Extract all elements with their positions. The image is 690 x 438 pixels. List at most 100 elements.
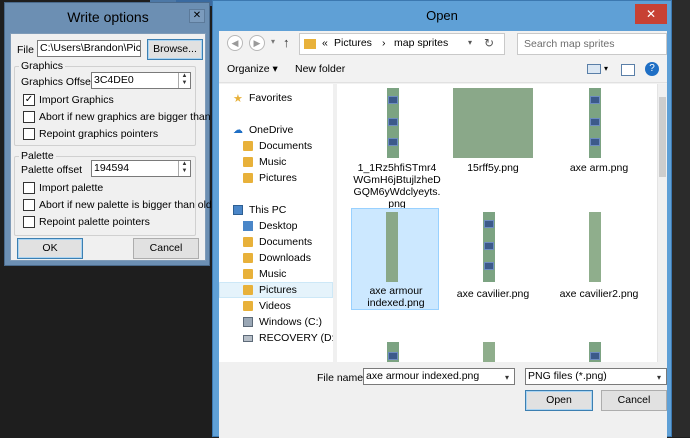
sprite-thumbnail — [589, 88, 601, 158]
dialog-title: Open — [426, 8, 458, 23]
repoint-graphics-checkbox[interactable] — [23, 128, 35, 140]
background-desktop — [672, 0, 690, 437]
sprite-thumbnail-partial[interactable] — [483, 342, 495, 362]
nav-documents[interactable]: Documents — [219, 234, 333, 250]
cancel-button[interactable]: Cancel — [133, 238, 199, 259]
desktop-icon — [243, 221, 253, 231]
folder-icon — [243, 141, 253, 151]
scrollbar-thumb[interactable] — [659, 97, 666, 177]
file-item[interactable]: 15rff5y.png — [449, 86, 537, 176]
nav-onedrive[interactable]: ☁ OneDrive — [219, 122, 333, 138]
refresh-icon[interactable]: ↻ — [484, 36, 494, 50]
sprite-icon — [388, 96, 398, 104]
breadcrumb-chevron: « — [322, 37, 328, 49]
search-input[interactable]: Search map sprites — [517, 33, 667, 55]
repoint-palette-checkbox[interactable] — [23, 216, 35, 228]
repoint-palette-label: Repoint palette pointers — [39, 216, 150, 228]
sprite-thumbnail-partial[interactable] — [387, 342, 399, 362]
abort-palette-label: Abort if new palette is bigger than old — [39, 199, 212, 211]
sprite-thumbnail — [387, 88, 399, 158]
abort-graphics-checkbox[interactable] — [23, 111, 35, 123]
sprite-thumbnail-partial[interactable] — [589, 342, 601, 362]
chevron-down-icon[interactable]: ▾ — [468, 38, 472, 47]
cancel-button[interactable]: Cancel — [601, 390, 667, 411]
open-button[interactable]: Open — [525, 390, 593, 411]
graphics-offset-input[interactable]: 3C4DE0 ▲ ▼ — [91, 72, 191, 89]
drive-icon — [243, 317, 253, 327]
file-label: File — [17, 44, 34, 56]
nav-label: OneDrive — [249, 124, 294, 136]
file-item[interactable]: axe arm.png — [555, 86, 643, 176]
new-folder-button[interactable]: New folder — [295, 63, 345, 75]
close-button[interactable]: ✕ — [635, 4, 667, 24]
folder-icon — [243, 173, 253, 183]
nav-drive-d[interactable]: RECOVERY (D:) — [219, 330, 333, 346]
browse-button[interactable]: Browse... — [147, 39, 203, 60]
sprite-icon — [388, 138, 398, 146]
back-arrow-icon[interactable]: ◀ — [227, 35, 243, 51]
file-item[interactable]: 1_1Rz5hfiSTmr4WGmH6jBtujlzheDGQM6yWdclye… — [353, 86, 441, 210]
file-name: axe armour indexed.png — [367, 285, 425, 309]
spinner-icon[interactable]: ▲ ▼ — [178, 161, 190, 176]
palette-offset-input[interactable]: 194594 ▲ ▼ — [91, 160, 191, 177]
close-button[interactable]: ✕ — [189, 9, 205, 23]
file-path-input[interactable]: C:\Users\Brandon\Picture — [37, 40, 141, 57]
import-graphics-checkbox[interactable]: ✓ — [23, 94, 35, 106]
dialog-body: ◀ ▶ ▾ ↑ « Pictures › map sprites ▾ ↻ Sea… — [219, 31, 667, 438]
sprite-icon — [484, 220, 494, 228]
nav-pictures[interactable]: Pictures — [219, 282, 333, 298]
filename-value: axe armour indexed.png — [366, 370, 480, 382]
filename-label: File name: — [317, 372, 367, 384]
ok-button[interactable]: OK — [17, 238, 83, 259]
sprite-icon — [484, 262, 494, 270]
computer-icon — [233, 205, 243, 215]
file-item[interactable]: axe cavilier.png — [449, 208, 537, 300]
sprite-icon — [590, 138, 600, 146]
breadcrumb-separator[interactable]: › — [382, 37, 386, 49]
import-graphics-label: Import Graphics — [39, 94, 114, 106]
nav-desktop[interactable]: Desktop — [219, 218, 333, 234]
file-type-select[interactable]: PNG files (*.png) ▾ — [525, 368, 667, 385]
graphics-offset-label: Graphics Offset — [21, 76, 94, 88]
graphics-offset-value: 3C4DE0 — [94, 74, 134, 86]
forward-arrow-icon[interactable]: ▶ — [249, 35, 265, 51]
spinner-icon[interactable]: ▲ ▼ — [178, 73, 190, 88]
nav-onedrive-documents[interactable]: Documents — [219, 138, 333, 154]
file-item-selected[interactable]: axe armour indexed.png — [351, 208, 439, 310]
chevron-down-icon[interactable]: ▾ — [500, 369, 514, 384]
nav-favorites[interactable]: ★ Favorites — [219, 90, 333, 106]
organize-button[interactable]: Organize ▾ — [227, 63, 278, 75]
up-arrow-icon[interactable]: ↑ — [283, 35, 290, 50]
nav-downloads[interactable]: Downloads — [219, 250, 333, 266]
command-bar: Organize ▾ New folder ▾ ? — [219, 59, 667, 83]
nav-label: Windows (C:) — [259, 316, 323, 328]
nav-this-pc[interactable]: This PC — [219, 202, 333, 218]
repoint-graphics-label: Repoint graphics pointers — [39, 128, 159, 140]
file-item[interactable]: axe cavilier2.png — [555, 208, 643, 300]
nav-drive-c[interactable]: Windows (C:) — [219, 314, 333, 330]
nav-onedrive-pictures[interactable]: Pictures — [219, 170, 333, 186]
import-palette-label: Import palette — [39, 182, 104, 194]
sprite-icon — [590, 96, 600, 104]
file-name: axe cavilier.png — [456, 288, 530, 300]
nav-label: Pictures — [259, 284, 297, 296]
nav-onedrive-music[interactable]: Music — [219, 154, 333, 170]
import-palette-checkbox[interactable] — [23, 182, 35, 194]
chevron-down-icon[interactable]: ▾ — [652, 369, 666, 384]
filename-input[interactable]: axe armour indexed.png ▾ — [363, 368, 515, 385]
nav-videos[interactable]: Videos — [219, 298, 333, 314]
breadcrumb-pictures[interactable]: Pictures — [334, 37, 372, 49]
help-icon[interactable]: ? — [645, 62, 659, 76]
preview-pane-icon[interactable] — [621, 64, 635, 76]
dialog-title: Write options — [67, 9, 149, 25]
graphics-group-title: Graphics — [19, 60, 66, 72]
recent-locations-icon[interactable]: ▾ — [271, 37, 275, 46]
nav-label: Music — [259, 268, 287, 280]
view-options-icon[interactable] — [587, 64, 601, 74]
chevron-down-icon[interactable]: ▾ — [604, 64, 608, 73]
abort-palette-checkbox[interactable] — [23, 199, 35, 211]
sprite-thumbnail — [589, 212, 601, 282]
address-bar[interactable]: « Pictures › map sprites ▾ ↻ — [299, 33, 505, 55]
breadcrumb-map-sprites[interactable]: map sprites — [394, 37, 448, 49]
nav-music[interactable]: Music — [219, 266, 333, 282]
